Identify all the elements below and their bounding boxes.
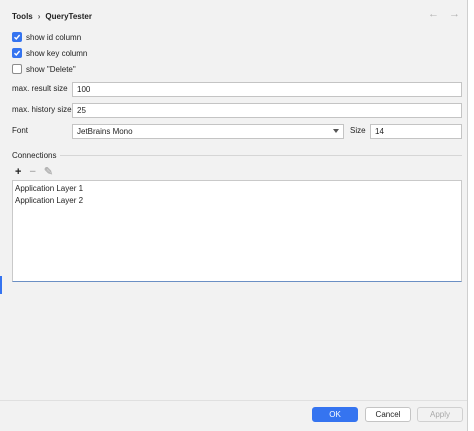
max-result-size-label: max. result size — [12, 84, 68, 93]
checkmark-icon — [14, 34, 21, 41]
apply-button[interactable]: Apply — [417, 407, 463, 422]
list-item[interactable]: Application Layer 2 — [13, 195, 461, 207]
edit-icon[interactable]: ✎ — [44, 166, 53, 178]
show-key-column-checkbox[interactable] — [12, 48, 22, 58]
max-history-size-input[interactable]: 25 — [72, 103, 462, 118]
show-id-column-option[interactable]: show id column — [12, 31, 81, 43]
breadcrumb-separator: › — [37, 11, 41, 21]
max-history-size-label: max. history size — [12, 105, 72, 114]
font-label: Font — [12, 126, 29, 135]
max-result-size-input[interactable]: 100 — [72, 82, 462, 97]
list-item[interactable]: Application Layer 1 — [13, 183, 461, 195]
connections-toolbar: + − ✎ — [12, 165, 53, 179]
font-select-value: JetBrains Mono — [77, 127, 133, 136]
show-delete-option[interactable]: show "Delete" — [12, 63, 76, 75]
show-key-column-label: show key column — [26, 48, 88, 58]
footer-divider — [0, 400, 467, 401]
show-key-column-option[interactable]: show key column — [12, 47, 87, 59]
cancel-button[interactable]: Cancel — [365, 407, 411, 422]
forward-arrow-icon[interactable]: → — [449, 8, 460, 20]
size-label: Size — [350, 126, 366, 135]
focus-indicator — [0, 276, 2, 294]
show-id-column-checkbox[interactable] — [12, 32, 22, 42]
connections-section-title: Connections — [12, 151, 57, 160]
font-select[interactable]: JetBrains Mono — [72, 124, 344, 139]
show-delete-checkbox[interactable] — [12, 64, 22, 74]
back-arrow-icon[interactable]: ← — [428, 8, 439, 20]
breadcrumb-root[interactable]: Tools — [12, 12, 33, 21]
breadcrumb-current: QueryTester — [45, 11, 92, 21]
add-icon[interactable]: + — [15, 166, 21, 178]
breadcrumb: Tools › QueryTester — [12, 10, 92, 22]
show-id-column-label: show id column — [26, 32, 82, 42]
connections-list[interactable]: Application Layer 1 Application Layer 2 — [12, 180, 462, 282]
show-delete-label: show "Delete" — [26, 64, 76, 74]
navigation-arrows: ← → — [428, 8, 460, 20]
size-input[interactable]: 14 — [370, 124, 462, 139]
dropdown-arrow-icon — [333, 129, 339, 133]
section-divider — [60, 155, 462, 156]
checkmark-icon — [14, 50, 21, 57]
ok-button[interactable]: OK — [312, 407, 358, 422]
window-edge — [467, 0, 474, 431]
remove-icon[interactable]: − — [29, 166, 35, 178]
